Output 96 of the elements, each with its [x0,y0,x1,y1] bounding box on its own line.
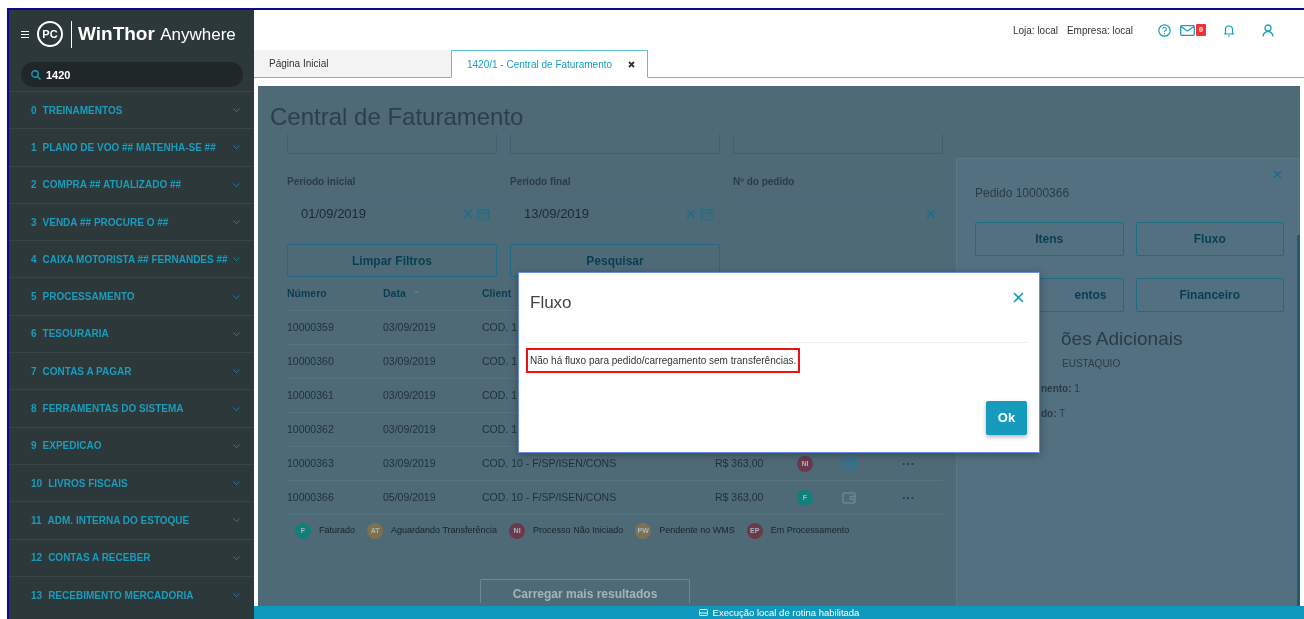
menu-item[interactable]: 1 PLANO DE VOO ## MATENHA-SE ## [9,128,254,166]
table-cell: 10000361 [287,388,334,401]
close-icon [1013,292,1024,303]
menu-item[interactable]: 2 COMPRA ## ATUALIZADO ## [9,165,254,203]
table-cell: COD. 1 [482,422,517,435]
menu-item[interactable]: 7 CONTAS A PAGAR [9,352,254,390]
table-cell: 10000362 [287,422,334,435]
menu-item[interactable]: 8 FERRAMENTAS DO SISTEMA [9,389,254,427]
user-icon[interactable] [1262,23,1274,37]
table-cell: 03/09/2019 [383,320,436,333]
button[interactable]: Limpar Filtros [287,244,497,277]
table-cell: COD. 1 [482,320,517,333]
input-field[interactable]: 13/09/2019 [510,198,720,230]
dialog-message: Não há fluxo para pedido/carregamento sem transferências. [526,348,801,373]
chevron-down-icon [233,369,240,374]
dialog-title: Fluxo [526,273,1028,343]
chevron-down-icon [233,331,240,336]
help-icon[interactable] [1158,23,1172,37]
ok-button[interactable]: Ok [986,401,1027,435]
menu-item[interactable]: 6 TESOURARIA [9,314,254,353]
table-cell: 10000363 [287,456,334,469]
chevron-down-icon [233,257,240,262]
column-header[interactable]: Data [383,285,406,302]
chevron-down-icon [233,145,240,150]
legend-label: Pendente no WMS [659,524,735,538]
menu-item[interactable]: 10 LIVROS FISCAIS [9,463,254,502]
table-cell: R$ 363,00 [715,490,764,503]
table-cell: 10000359 [287,320,334,333]
column-header[interactable]: Número [287,285,327,302]
chevron-down-icon [233,406,240,411]
table-cell: R$ 363,00 [715,456,764,469]
table-cell: COD. 1 [482,388,517,401]
chevron-down-icon [233,481,240,486]
table-cell: 03/09/2019 [383,354,436,367]
menu-item[interactable]: 12 CONTAS A RECEBER [9,538,254,576]
chevron-down-icon [233,294,240,299]
legend-label: Aguardando Transferência [391,524,498,538]
table-cell: 05/09/2019 [383,490,436,503]
info-line: do: T [1041,407,1067,421]
tab[interactable]: 1420/1 - Central de Faturamento [451,50,648,78]
input-field[interactable]: 01/09/2019 [287,198,497,230]
table-cell: 10000360 [287,354,334,367]
mail-icon[interactable] [1180,24,1196,36]
menu-icon[interactable] [21,30,29,38]
table-cell: COD. 10 - F/SP/ISEN/CONS [482,456,617,469]
section-title: ões Adicionais [1061,327,1184,351]
legend-label: Em Processamento [770,524,850,538]
menu-item[interactable]: 0 TREINAMENTOS [9,91,254,129]
chevron-down-icon [233,593,240,597]
button[interactable]: Fluxo [1135,222,1284,256]
drive-icon [698,609,708,616]
table-cell: 03/09/2019 [383,456,436,469]
menu-item[interactable]: 9 EXPEDICAO [9,426,254,464]
wallet-icon[interactable] [842,457,856,470]
input-field[interactable] [733,198,943,230]
button[interactable]: Itens [975,222,1124,256]
search-icon [31,70,41,80]
legend-label: Faturado [319,524,356,538]
load-more-button[interactable]: Carregar mais resultados [480,579,690,603]
table-cell: COD. 1 [482,354,517,367]
menu-item[interactable]: 4 CAIXA MOTORISTA ## FERNANDES ## [9,240,254,278]
chevron-down-icon [233,108,240,113]
clear-icon[interactable] [463,209,473,219]
menu-item[interactable]: 11 ADM. INTERNA DO ESTOQUE [9,501,254,539]
menu-item[interactable]: 3 VENDA ## PROCURE O ## [9,202,254,241]
table-cell: 03/09/2019 [383,388,436,401]
chevron-down-icon [233,182,240,187]
chevron-down-icon [233,555,240,560]
logo: PC [37,21,63,47]
status-text: Execução local de rotina habilitada [712,606,860,619]
store-label: Loja: local [1012,23,1058,38]
clear-icon[interactable] [686,209,696,219]
menu-item[interactable]: 13 RECEBIMENTO MERCADORIA [9,575,254,614]
table-cell: 10000366 [287,490,334,503]
table-cell: COD. 10 - F/SP/ISEN/CONS [482,490,617,503]
panel-title: Pedido 10000366 [975,185,1071,202]
menu-item[interactable]: 5 PROCESSAMENTO [9,277,254,315]
legend-label: Processo Não Iniciado [533,524,624,538]
close-button[interactable] [1013,292,1025,304]
calendar-icon[interactable] [700,207,713,221]
close-icon[interactable] [628,60,636,68]
tab[interactable]: Página Inicial [254,50,451,77]
chevron-down-icon [233,518,240,523]
company-label: Empresa: local [1066,23,1134,38]
search-field[interactable]: 1420 [21,62,243,87]
clear-icon[interactable] [926,209,936,219]
column-header[interactable]: Client [482,285,512,302]
bell-icon[interactable] [1223,23,1235,37]
info-line: EUSTAQUIO [1062,357,1122,371]
brand-name: WinThor Anywhere [71,20,236,48]
scrollbar[interactable] [1297,235,1300,606]
button[interactable]: Financeiro [1135,278,1284,312]
chevron-down-icon [233,443,240,448]
table-cell: 03/09/2019 [383,422,436,435]
chevron-down-icon [233,220,240,225]
calendar-icon[interactable] [477,207,490,221]
